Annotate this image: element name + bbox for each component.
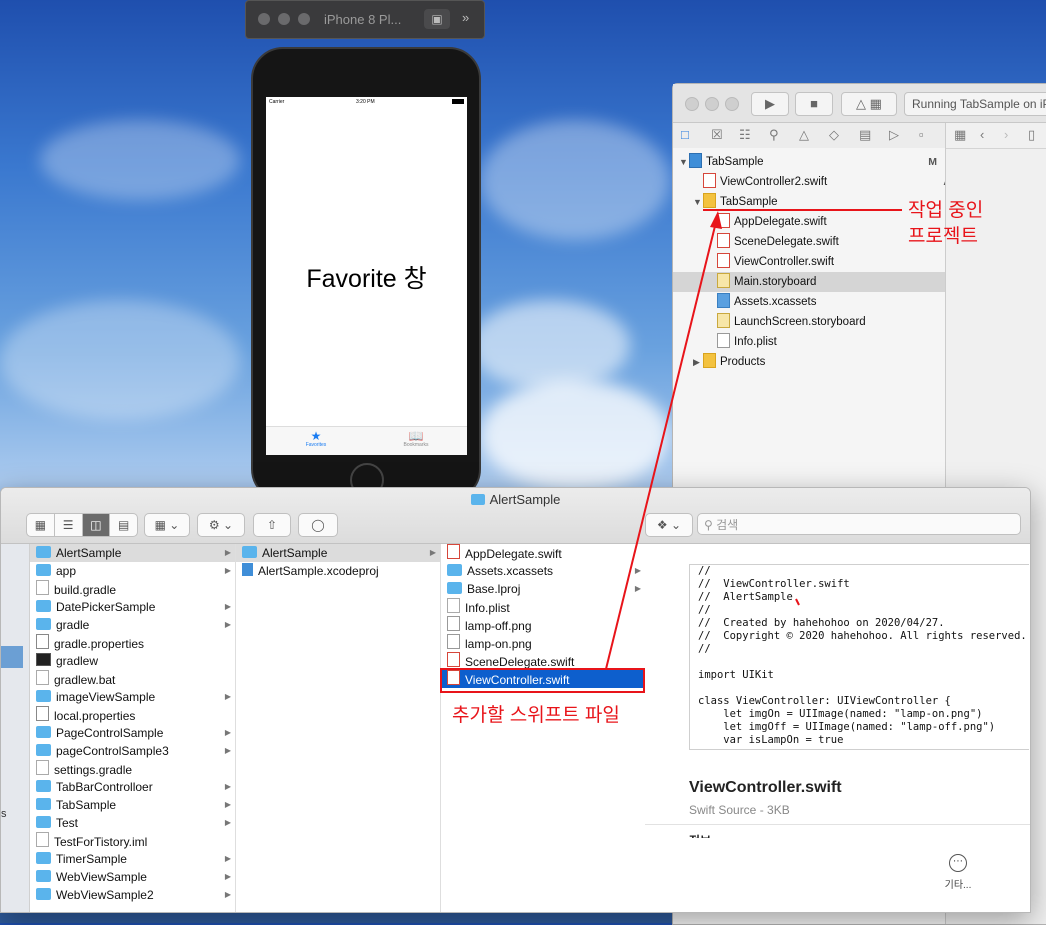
cursor-mark <box>795 598 800 606</box>
arrow-head <box>710 211 722 229</box>
arrow-line <box>605 221 717 670</box>
annotation-arrow <box>605 209 902 670</box>
